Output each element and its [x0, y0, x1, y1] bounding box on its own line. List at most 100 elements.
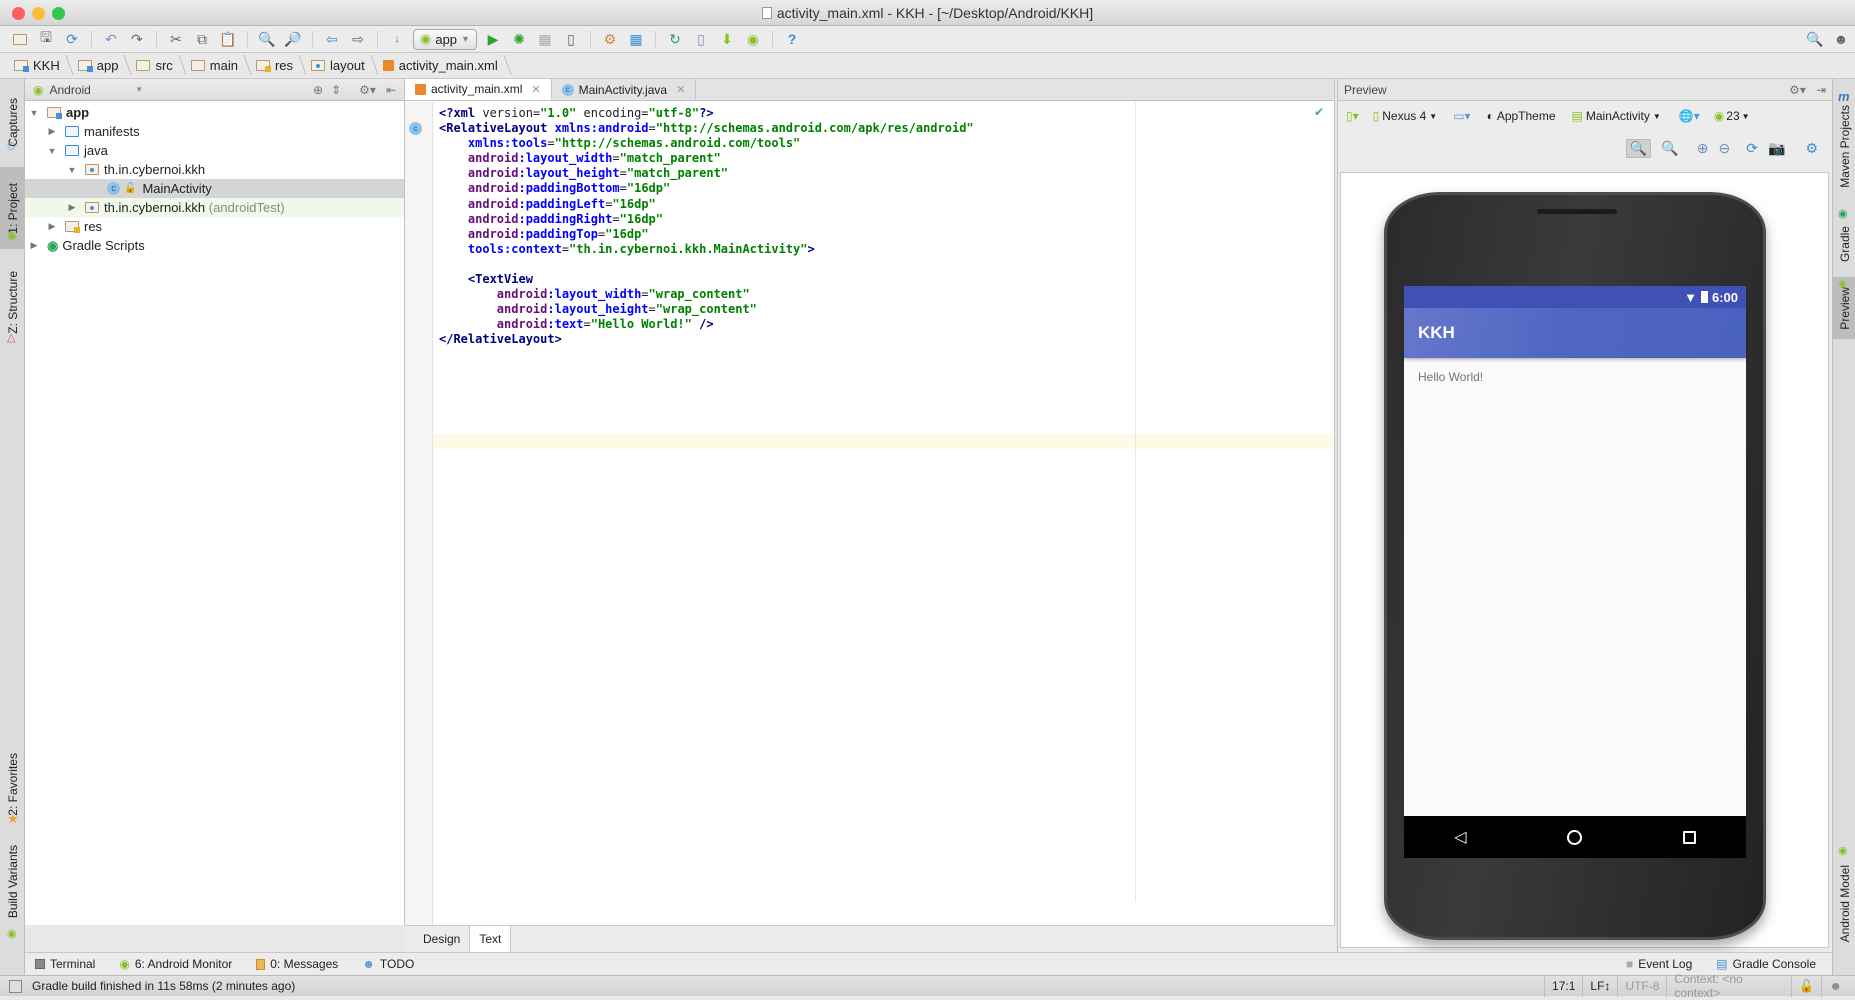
gradle-tab[interactable]: Gradle: [1832, 221, 1855, 267]
code-line[interactable]: [439, 257, 974, 272]
inspector-icon[interactable]: ☻: [1821, 975, 1849, 997]
close-window-button[interactable]: [12, 7, 25, 20]
tab-activity-main-xml[interactable]: activity_main.xml ✕: [405, 79, 552, 100]
code-line[interactable]: android:paddingTop="16dp": [439, 227, 974, 242]
run-configuration-select[interactable]: ◉ app ▼: [413, 28, 477, 50]
sync-icon[interactable]: ⟳: [62, 29, 82, 49]
debug-icon[interactable]: ✺: [509, 29, 529, 49]
minimize-window-button[interactable]: [32, 7, 45, 20]
terminal-tab[interactable]: Terminal: [25, 957, 107, 971]
breadcrumb-item[interactable]: app: [76, 58, 129, 73]
status-message[interactable]: Gradle build finished in 11s 58ms (2 min…: [32, 979, 295, 993]
find-icon[interactable]: 🔍: [257, 29, 277, 49]
back-nav-icon[interactable]: ◁: [1454, 827, 1466, 847]
breadcrumb-item[interactable]: layout: [309, 58, 375, 73]
code-line[interactable]: android:layout_height="match_parent": [439, 166, 974, 181]
replace-icon[interactable]: 🔎: [283, 29, 303, 49]
attach-debugger-icon[interactable]: ▯: [561, 29, 581, 49]
project-structure-icon[interactable]: ⚙: [600, 29, 620, 49]
gear-icon[interactable]: ⚙▾: [359, 83, 376, 97]
android-device-monitor-icon[interactable]: ◉: [743, 29, 763, 49]
code-line[interactable]: android:layout_width="wrap_content": [439, 287, 974, 302]
help-icon[interactable]: ?: [782, 29, 802, 49]
undo-icon[interactable]: ↶: [101, 29, 121, 49]
code-line[interactable]: xmlns:tools="http://schemas.android.com/…: [439, 136, 974, 151]
code-line[interactable]: android:paddingLeft="16dp": [439, 197, 974, 212]
sync-gradle-icon[interactable]: ↻: [665, 29, 685, 49]
messages-tab[interactable]: 0: Messages: [244, 957, 350, 971]
tree-item-mainactivity[interactable]: c 🔓 MainActivity: [25, 179, 404, 198]
activity-select[interactable]: ▤ MainActivity ▼: [1572, 109, 1661, 123]
breadcrumb-item[interactable]: activity_main.xml: [381, 58, 508, 73]
copy-icon[interactable]: ⧉: [192, 29, 212, 49]
context-indicator[interactable]: Context: <no context>: [1666, 972, 1791, 1000]
code-line[interactable]: android:paddingBottom="16dp": [439, 181, 974, 196]
code-line[interactable]: <RelativeLayout xmlns:android="http://sc…: [439, 121, 974, 136]
expanded-arrow-icon[interactable]: ▼: [45, 146, 59, 156]
hide-panel-icon[interactable]: ⇤: [386, 83, 396, 97]
close-tab-icon[interactable]: ✕: [531, 83, 540, 96]
tree-item-manifests[interactable]: ▶ manifests: [25, 122, 404, 141]
code-line[interactable]: <?xml version="1.0" encoding="utf-8"?>: [439, 106, 974, 121]
make-project-icon[interactable]: ↓: [387, 29, 407, 49]
android-model-tab[interactable]: Android Model: [1832, 859, 1855, 949]
code-line[interactable]: tools:context="th.in.cybernoi.kkh.MainAc…: [439, 242, 974, 257]
expanded-arrow-icon[interactable]: ▼: [65, 165, 79, 175]
recents-nav-icon[interactable]: [1682, 830, 1696, 844]
collapsed-arrow-icon[interactable]: ▶: [65, 202, 79, 213]
toggle-tool-windows-icon[interactable]: [9, 979, 22, 993]
maven-projects-tab[interactable]: Maven Projects: [1832, 105, 1855, 188]
tree-item-package-androidtest[interactable]: ▶ th.in.cybernoi.kkh (androidTest): [25, 198, 404, 217]
tab-text[interactable]: Text: [470, 926, 512, 952]
code-line[interactable]: android:layout_height="wrap_content": [439, 302, 974, 317]
code-line[interactable]: <TextView: [439, 272, 974, 287]
todo-tab[interactable]: ☻ TODO: [350, 957, 426, 971]
tab-mainactivity-java[interactable]: c MainActivity.java ✕: [552, 79, 697, 100]
scroll-from-source-icon[interactable]: ⊕: [313, 83, 323, 97]
gear-icon[interactable]: ⚙▾: [1789, 83, 1806, 97]
redo-icon[interactable]: ↷: [127, 29, 147, 49]
sdk-download-icon[interactable]: ⬇: [717, 29, 737, 49]
zoom-in-icon[interactable]: ⊕: [1697, 140, 1709, 157]
refresh-icon[interactable]: ⟳: [1746, 140, 1758, 157]
line-separator[interactable]: LF↕: [1582, 975, 1617, 997]
code-line[interactable]: android:text="Hello World!" />: [439, 317, 974, 332]
open-icon[interactable]: [10, 29, 30, 49]
collapse-all-icon[interactable]: ⇕: [331, 83, 341, 97]
device-select[interactable]: ▯ Nexus 4 ▼: [1373, 109, 1438, 123]
build-variants-tab[interactable]: Build Variants: [0, 834, 25, 929]
code-line[interactable]: </RelativeLayout>: [439, 332, 974, 347]
tab-design[interactable]: Design: [414, 926, 471, 952]
sdk-manager-icon[interactable]: ▦: [626, 29, 646, 49]
zoom-out-icon[interactable]: ⊖: [1719, 140, 1731, 157]
close-tab-icon[interactable]: ✕: [676, 83, 685, 96]
tree-item-gradle-scripts[interactable]: ▶ ◉ Gradle Scripts: [25, 236, 404, 255]
project-view-selector[interactable]: ◉ Android ▼: [33, 83, 143, 97]
theme-select[interactable]: ◐ AppTheme: [1487, 109, 1556, 123]
actual-size-icon[interactable]: 🔍: [1661, 140, 1678, 157]
code-content[interactable]: <?xml version="1.0" encoding="utf-8"?> <R…: [439, 106, 974, 348]
collapsed-arrow-icon[interactable]: ▶: [45, 126, 59, 137]
collapsed-arrow-icon[interactable]: ▶: [27, 240, 41, 251]
screenshot-icon[interactable]: 📷: [1768, 140, 1785, 157]
paste-icon[interactable]: 📋: [218, 29, 238, 49]
search-icon[interactable]: 🔍: [1805, 29, 1825, 49]
caret-position[interactable]: 17:1: [1544, 975, 1582, 997]
lock-icon[interactable]: 🔓: [1791, 975, 1821, 997]
zoom-window-button[interactable]: [52, 7, 65, 20]
forward-icon[interactable]: ⇨: [348, 29, 368, 49]
code-line[interactable]: android:paddingRight="16dp": [439, 212, 974, 227]
tree-item-java[interactable]: ▼ java: [25, 141, 404, 160]
collapsed-arrow-icon[interactable]: ▶: [45, 221, 59, 232]
locale-icon[interactable]: 🌐▾: [1679, 109, 1700, 123]
gear-icon[interactable]: ⚙: [1805, 140, 1818, 157]
save-icon[interactable]: 🖫: [36, 29, 56, 49]
tree-item-res[interactable]: ▶ res: [25, 217, 404, 236]
user-icon[interactable]: ☻: [1831, 29, 1851, 49]
device-config-icon[interactable]: ▯▾: [1346, 109, 1359, 123]
tree-item-app[interactable]: ▼ app: [25, 103, 404, 122]
gradle-console-tab[interactable]: ▤ Gradle Console: [1704, 957, 1832, 971]
cut-icon[interactable]: ✂: [166, 29, 186, 49]
hide-panel-icon[interactable]: ⇥: [1816, 83, 1826, 97]
code-line[interactable]: android:layout_width="match_parent": [439, 151, 974, 166]
